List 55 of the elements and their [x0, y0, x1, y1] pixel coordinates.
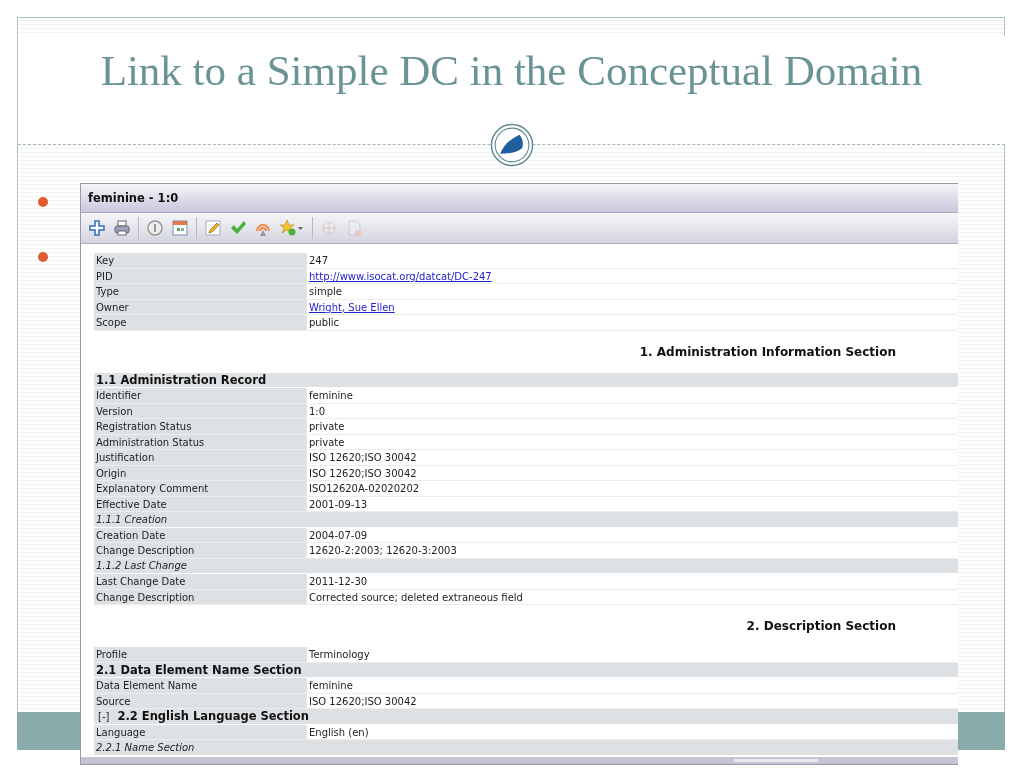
group-heading: 2.2 English Language Section — [117, 709, 309, 724]
field-value: 2004-07-09 — [306, 527, 958, 542]
scrollbar-thumb[interactable] — [734, 759, 818, 762]
field-value: private — [306, 419, 958, 434]
field-link[interactable]: http://www.isocat.org/datcat/DC-247 — [309, 270, 492, 282]
field-value: private — [306, 434, 958, 449]
field-value: ISO 12620;ISO 30042 — [306, 465, 958, 480]
section-heading: 1. Administration Information Section — [639, 344, 896, 359]
field-value: 2001-09-13 — [306, 496, 958, 511]
field-label: Key — [94, 253, 306, 268]
info-icon — [146, 219, 164, 237]
field-label: Explanatory Comment — [94, 481, 306, 496]
star-icon — [279, 219, 305, 237]
bullet-icon — [38, 197, 48, 207]
window-title: feminine - 1:0 — [88, 191, 179, 205]
field-link[interactable]: Wright, Sue Ellen — [309, 301, 395, 313]
field-value: ISO 12620;ISO 30042 — [306, 693, 958, 708]
field-value: feminine — [306, 388, 958, 403]
field-value: English (en) — [306, 724, 958, 739]
field-value: Terminology — [306, 647, 958, 662]
bullet-icon — [38, 252, 48, 262]
plus-icon — [88, 219, 106, 237]
field-value: 1:0 — [306, 403, 958, 418]
field-label: Data Element Name — [94, 678, 306, 693]
field-label: Type — [94, 284, 306, 299]
pencil-icon — [204, 219, 222, 237]
group-heading: 2.1 Data Element Name Section — [96, 662, 302, 677]
field-label: Profile — [94, 647, 306, 662]
section-heading: 2. Description Section — [746, 619, 896, 633]
field-label: Change Description — [94, 543, 306, 558]
field-label: Last Change Date — [94, 574, 306, 589]
calendar-icon — [171, 219, 189, 237]
subgroup-heading: 1.1.1 Creation — [96, 513, 168, 525]
group-heading: 1.1 Administration Record — [96, 372, 267, 387]
collapse-toggle[interactable]: [-] — [98, 710, 110, 722]
field-label: Identifier — [94, 388, 306, 403]
field-value: public — [306, 315, 958, 330]
field-value: ISO 12620;ISO 30042 — [306, 450, 958, 465]
field-value: 247 — [306, 253, 958, 268]
field-value: 2011-12-30 — [306, 574, 958, 589]
field-label: Scope — [94, 315, 306, 330]
document-icon — [345, 219, 363, 237]
printer-icon — [113, 219, 131, 237]
slide-title: Link to a Simple DC in the Conceptual Domain — [18, 36, 1005, 106]
field-value: 12620-2:2003; 12620-3:2003 — [306, 543, 958, 558]
field-value: simple — [306, 284, 958, 299]
horizontal-scrollbar[interactable] — [81, 757, 958, 764]
field-value: ISO12620A-02020202 — [306, 481, 958, 496]
field-value: feminine — [306, 678, 958, 693]
globe-icon — [320, 219, 338, 237]
subgroup-heading: 1.1.2 Last Change — [96, 560, 187, 572]
subgroup-heading: 2.2.1 Name Section — [96, 741, 195, 753]
field-label: Justification — [94, 450, 306, 465]
field-value: Corrected source; deleted extraneous field — [306, 589, 958, 604]
field-label: Registration Status — [94, 419, 306, 434]
